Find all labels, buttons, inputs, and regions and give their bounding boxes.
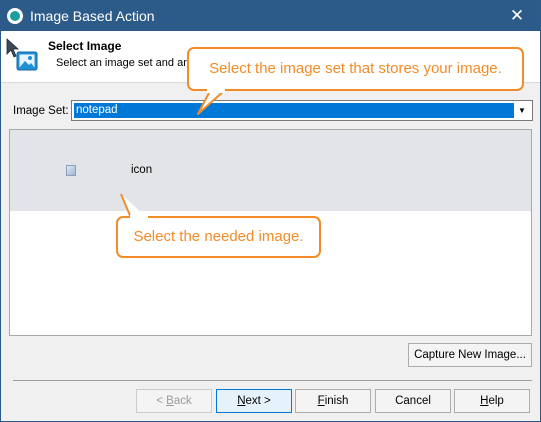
image-item-name: icon (131, 164, 153, 176)
finish-button[interactable]: Finish (295, 389, 371, 413)
image-cursor-icon (6, 38, 38, 71)
image-thumbnail-icon (66, 165, 76, 176)
image-set-dropdown[interactable]: notepad ▼ (71, 100, 533, 121)
capture-new-image-button[interactable]: Capture New Image... (408, 343, 532, 367)
image-set-selected-value: notepad (74, 103, 514, 118)
dialog-window: Image Based Action ✕ Select Image Select… (0, 0, 541, 422)
callout-pointer-cover (207, 87, 225, 93)
window-title: Image Based Action (30, 8, 155, 24)
title-bar: Image Based Action ✕ (1, 1, 540, 31)
image-list-item[interactable]: icon (10, 130, 531, 211)
close-button[interactable]: ✕ (494, 1, 540, 31)
callout-image: Select the needed image. (116, 216, 321, 258)
callout-pointer-cover (130, 215, 148, 221)
cancel-button[interactable]: Cancel (375, 389, 451, 413)
app-icon (7, 8, 23, 24)
back-button[interactable]: < Back (136, 389, 212, 413)
next-button[interactable]: Next > (216, 389, 292, 413)
chevron-down-icon[interactable]: ▼ (514, 102, 530, 119)
page-title: Select Image (48, 39, 122, 53)
image-set-label: Image Set: (13, 105, 69, 117)
separator (13, 380, 532, 381)
page-subtitle: Select an image set and an (56, 57, 190, 69)
callout-image-set: Select the image set that stores your im… (187, 47, 524, 91)
help-button[interactable]: Help (454, 389, 530, 413)
